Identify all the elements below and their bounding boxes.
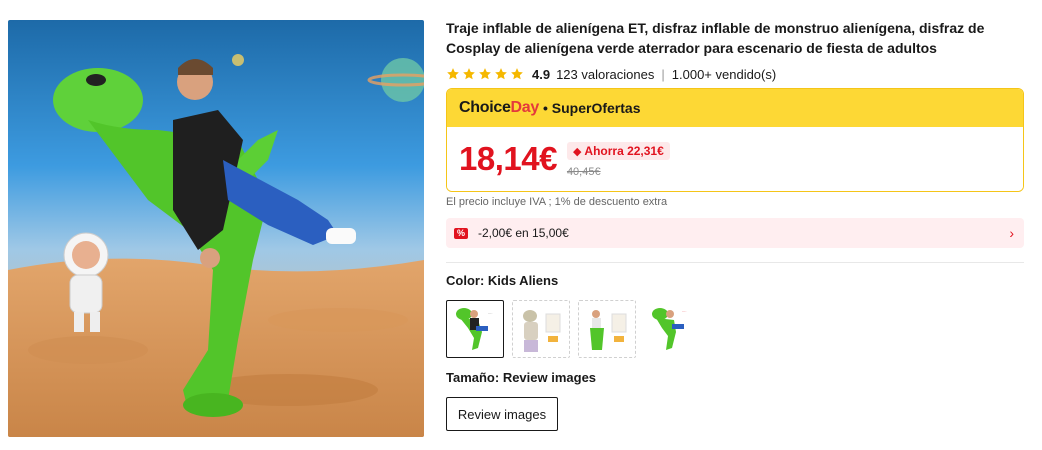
save-amount: Ahorra 22,31€ — [584, 144, 664, 158]
rating-row: 4.9 123 valoraciones | 1.000+ vendido(s) — [446, 66, 1026, 82]
rating-value: 4.9 — [532, 66, 551, 82]
tag-icon: ◆ — [572, 145, 582, 158]
star-icon — [495, 68, 507, 80]
choice-day-header: Choice Day • SuperOfertas — [447, 89, 1023, 127]
star-icon — [447, 68, 459, 80]
choice-day-box: Choice Day • SuperOfertas 18,14€ ◆ Ahorra… — [446, 88, 1024, 192]
star-rating — [446, 67, 524, 81]
coupon-text: -2,00€ en 15,00€ — [478, 226, 569, 240]
main-product-image[interactable] — [8, 20, 424, 437]
coupon-banner[interactable]: % -2,00€ en 15,00€ › — [446, 218, 1024, 248]
color-swatch-option-2[interactable] — [512, 300, 570, 358]
save-badge: ◆ Ahorra 22,31€ — [566, 142, 670, 160]
color-swatch-option-3[interactable] — [578, 300, 636, 358]
chevron-right-icon: › — [1009, 225, 1014, 241]
color-swatches: .... .... — [446, 300, 1026, 358]
color-swatch-kids-aliens[interactable]: .... — [446, 300, 504, 358]
star-icon — [463, 68, 475, 80]
divider — [446, 262, 1024, 263]
super-ofertas-label: • SuperOfertas — [543, 100, 641, 116]
product-title: Traje inflable de alienígena ET, disfraz… — [446, 20, 985, 56]
size-label: Tamaño: Review images — [446, 370, 597, 385]
star-icon — [479, 68, 491, 80]
day-brand: Day — [510, 99, 540, 116]
size-option-review-images[interactable]: Review images — [446, 397, 558, 431]
price-row: 18,14€ ◆ Ahorra 22,31€ 40,45€ — [447, 127, 1023, 191]
color-label: Color: Kids Aliens — [446, 273, 559, 288]
color-swatch-option-4[interactable]: .... — [644, 300, 702, 358]
reviews-link[interactable]: 123 valoraciones — [556, 67, 654, 82]
svg-text:....: .... — [682, 308, 686, 313]
sold-count: 1.000+ vendido(s) — [671, 66, 777, 82]
vat-note: El precio incluye IVA ; 1% de descuento … — [446, 196, 668, 208]
choice-brand: Choice — [459, 99, 511, 116]
star-icon — [511, 68, 523, 80]
original-price: 40,45€ — [566, 166, 601, 178]
svg-text:....: .... — [488, 310, 492, 315]
current-price: 18,14€ — [459, 140, 557, 177]
separator: | — [661, 66, 665, 82]
coupon-icon: % — [454, 227, 468, 239]
